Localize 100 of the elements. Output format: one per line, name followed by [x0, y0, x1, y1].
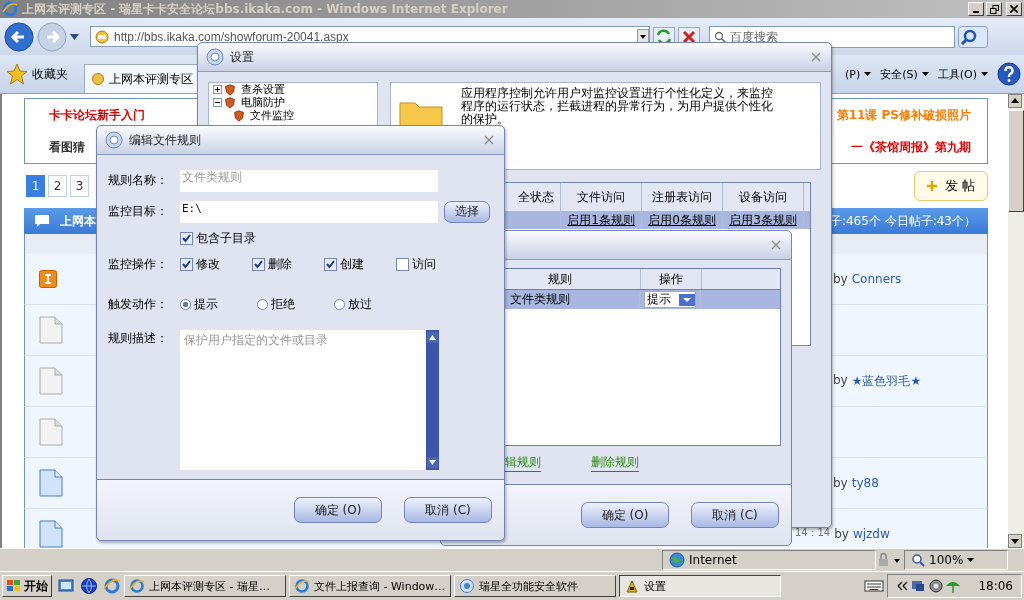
checkbox-label[interactable]: 创建: [340, 256, 364, 273]
star-icon[interactable]: [6, 63, 28, 85]
author-link[interactable]: wjzdw: [852, 527, 890, 541]
dialog-button[interactable]: 取消 (C): [691, 502, 779, 528]
dropdown-caret-icon[interactable]: [70, 33, 79, 40]
rules-link[interactable]: 启用1条规则: [567, 211, 635, 229]
close-icon[interactable]: [811, 52, 821, 62]
dialog-title: 设置: [230, 48, 254, 66]
tree-item[interactable]: 查杀设置: [241, 82, 285, 97]
document-icon: [39, 418, 63, 446]
taskbar-button[interactable]: 文件上报查询 - Window…: [289, 575, 451, 597]
app-logo-icon: [459, 578, 475, 594]
shield-icon: [224, 83, 236, 96]
checkbox[interactable]: [396, 258, 409, 271]
menu-button[interactable]: 安全(S): [880, 66, 918, 82]
scroll-up-icon[interactable]: [1008, 94, 1022, 108]
radio-button[interactable]: [180, 298, 191, 310]
page-icon: [91, 72, 105, 86]
favorites-button[interactable]: 收藏夹: [32, 65, 68, 83]
page-link[interactable]: 1: [26, 175, 45, 197]
scroll-thumb[interactable]: [1008, 110, 1024, 212]
zoom-level: 100%: [929, 553, 964, 567]
radio-label[interactable]: 放过: [348, 295, 372, 313]
browse-button[interactable]: 选择: [444, 200, 490, 223]
button-label: 发 帖: [944, 177, 975, 195]
new-post-button[interactable]: 发 帖: [913, 171, 988, 201]
checkbox[interactable]: [180, 258, 193, 271]
page-link[interactable]: 2: [48, 175, 67, 197]
browser-logo-icon[interactable]: [103, 577, 121, 595]
minimize-button[interactable]: [968, 2, 984, 16]
radio-button[interactable]: [334, 298, 345, 310]
forum-link[interactable]: 卡卡论坛新手入门: [49, 106, 145, 124]
menu-button[interactable]: (P): [844, 67, 861, 81]
tree-item[interactable]: 文件监控: [250, 108, 294, 123]
caret-icon[interactable]: [981, 72, 988, 76]
document-icon: [39, 367, 63, 395]
field-label: 监控操作：: [108, 256, 169, 273]
checkbox-label[interactable]: 包含子目录: [196, 229, 256, 247]
close-icon[interactable]: [484, 135, 494, 145]
target-path-field[interactable]: E:\: [180, 200, 438, 223]
zoom-control[interactable]: 100%: [904, 550, 1008, 570]
forum-link[interactable]: 看图猜: [49, 138, 85, 156]
dialog-button[interactable]: 取消 (C): [404, 497, 492, 523]
radio-label[interactable]: 拒绝: [271, 295, 295, 313]
rules-link[interactable]: 启用0条规则: [648, 211, 716, 229]
menu-button[interactable]: 工具(O): [937, 66, 977, 82]
column-header: 操作: [641, 269, 702, 289]
checkbox-label[interactable]: 修改: [196, 256, 220, 273]
close-icon[interactable]: [771, 240, 781, 250]
caret-icon[interactable]: [921, 72, 929, 76]
document-icon: [39, 469, 63, 497]
desktop-icon[interactable]: [57, 577, 75, 595]
caret-icon[interactable]: [864, 72, 872, 76]
radio-button[interactable]: [257, 298, 268, 310]
address-field[interactable]: http://bbs.ikaka.com/showforum-20041.aspx: [114, 29, 633, 44]
dialog-button[interactable]: 确定 (O): [294, 497, 382, 523]
post-time: 14 : 14: [795, 527, 831, 540]
back-button[interactable]: [4, 21, 34, 52]
expand-icon[interactable]: [213, 85, 222, 94]
search-button[interactable]: [958, 25, 988, 48]
checkbox-label[interactable]: 删除: [268, 256, 292, 273]
field-label: 触发动作：: [108, 295, 169, 313]
taskbar-button[interactable]: 设置: [619, 575, 781, 597]
shield-icon: [233, 109, 245, 122]
document-icon: [39, 316, 63, 344]
browser-logo-icon: [294, 578, 310, 594]
globe-icon: [669, 552, 685, 568]
start-button[interactable]: 开始: [2, 575, 52, 597]
help-icon[interactable]: [997, 62, 1021, 86]
forum-title: 上网本: [60, 212, 96, 230]
checkbox[interactable]: [180, 231, 193, 245]
close-icon: [1010, 5, 1018, 13]
restore-button[interactable]: [986, 2, 1002, 16]
tree-item[interactable]: 电脑防护: [241, 95, 285, 110]
plus-icon: [926, 181, 937, 191]
author-link[interactable]: ty88: [851, 476, 879, 490]
checkbox[interactable]: [324, 258, 337, 271]
checkbox[interactable]: [252, 258, 265, 271]
rules-link[interactable]: 启用3条规则: [729, 211, 797, 229]
search-bar[interactable]: 百度搜索: [709, 25, 955, 48]
clock: 18:06: [978, 579, 1013, 593]
app-logo-icon: [105, 131, 123, 149]
taskbar-button[interactable]: 瑞星全功能安全软件: [454, 575, 616, 597]
checkbox-label[interactable]: 访问: [412, 256, 436, 273]
close-button[interactable]: [1006, 2, 1022, 16]
page-link[interactable]: 3: [70, 175, 89, 197]
author-link[interactable]: ★蓝色羽毛★: [851, 372, 922, 390]
radio-label[interactable]: 提示: [194, 295, 218, 313]
taskbar-button[interactable]: 上网本评测专区 - 瑞星…: [124, 575, 286, 597]
caret-icon[interactable]: [967, 558, 975, 562]
scroll-down-icon[interactable]: [1008, 534, 1022, 548]
scrollbar[interactable]: [1008, 94, 1024, 548]
forum-link[interactable]: 一《茶馆周报》第九期: [851, 138, 971, 156]
author-link[interactable]: Conners: [851, 272, 902, 286]
globe-icon[interactable]: [80, 577, 98, 595]
action-dropdown[interactable]: 提示: [644, 291, 696, 308]
rule-link[interactable]: 删除规则: [591, 454, 639, 472]
dialog-button[interactable]: 确定 (O): [581, 502, 669, 528]
keyboard-icon[interactable]: [864, 579, 885, 593]
collapse-icon[interactable]: [213, 98, 222, 107]
